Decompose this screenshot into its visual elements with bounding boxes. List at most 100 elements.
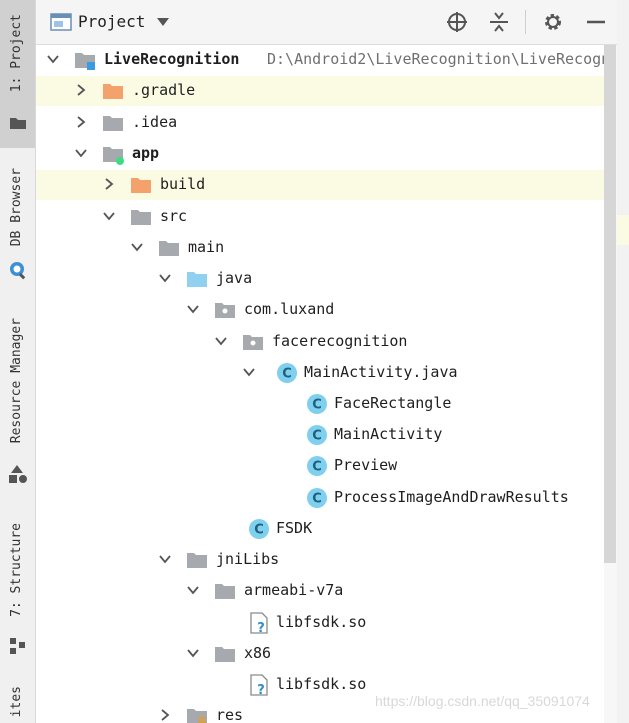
source-folder-icon bbox=[187, 272, 207, 287]
folder-label: build bbox=[160, 175, 206, 193]
chevron-right-icon[interactable] bbox=[74, 115, 88, 129]
tree-row-main[interactable]: main bbox=[36, 233, 604, 263]
chevron-right-icon[interactable] bbox=[102, 177, 116, 191]
tree-row-class[interactable]: C ProcessImageAndDrawResults bbox=[36, 483, 604, 513]
package-label: com.luxand bbox=[244, 300, 335, 318]
favorites-tool-button[interactable]: ites bbox=[0, 680, 35, 723]
folder-label: main bbox=[188, 238, 225, 256]
module-folder-icon bbox=[75, 53, 95, 70]
tree-row-class[interactable]: C FSDK bbox=[36, 514, 604, 544]
header-divider bbox=[525, 10, 526, 34]
view-selector-title[interactable]: Project bbox=[78, 12, 145, 31]
chevron-down-icon[interactable] bbox=[186, 646, 200, 660]
tree-row-java-file[interactable]: C MainActivity.java bbox=[36, 358, 604, 388]
folder-icon bbox=[103, 116, 123, 131]
class-label: FSDK bbox=[276, 519, 313, 537]
package-icon bbox=[243, 335, 263, 350]
class-label: Preview bbox=[334, 456, 398, 474]
structure-icon bbox=[10, 638, 25, 654]
folder-icon bbox=[159, 241, 179, 256]
chevron-down-icon[interactable] bbox=[130, 240, 144, 254]
project-view-icon bbox=[50, 13, 72, 31]
gear-icon[interactable] bbox=[542, 11, 564, 33]
chevron-down-icon[interactable] bbox=[74, 146, 88, 160]
folder-label: x86 bbox=[244, 644, 272, 662]
structure-label: 7: Structure bbox=[9, 523, 24, 617]
folder-icon bbox=[131, 210, 151, 225]
locate-icon[interactable] bbox=[446, 11, 468, 33]
folder-icon bbox=[215, 647, 235, 662]
project-tool-label: 1: Project bbox=[9, 14, 24, 93]
chevron-down-icon[interactable] bbox=[158, 552, 172, 566]
chevron-down-icon[interactable] bbox=[186, 302, 200, 316]
svg-text:C: C bbox=[312, 460, 322, 475]
tool-window-strip: 1: Project DB Browser Resource Manager 7… bbox=[0, 0, 36, 723]
file-label: libfsdk.so bbox=[276, 675, 367, 693]
android-module-icon bbox=[103, 147, 124, 165]
structure-tool-button[interactable]: 7: Structure bbox=[0, 515, 35, 665]
chevron-down-icon[interactable] bbox=[46, 52, 60, 66]
tree-row-armeabi[interactable]: armeabi-v7a bbox=[36, 576, 604, 606]
class-icon: C bbox=[277, 363, 297, 383]
tree-row-jnilibs[interactable]: jniLibs bbox=[36, 545, 604, 575]
class-icon: C bbox=[307, 394, 327, 414]
tree-row-class[interactable]: C MainActivity bbox=[36, 420, 604, 450]
chevron-down-icon[interactable] bbox=[156, 17, 170, 27]
file-label: MainActivity.java bbox=[304, 363, 458, 381]
database-icon bbox=[10, 262, 26, 280]
chevron-down-icon[interactable] bbox=[242, 365, 256, 379]
tree-row-package[interactable]: com.luxand bbox=[36, 295, 604, 325]
scrollbar-thumb[interactable] bbox=[604, 45, 616, 563]
unknown-file-icon: ? bbox=[250, 612, 268, 634]
resource-icon bbox=[9, 465, 27, 483]
tree-row-root[interactable]: LiveRecognition D:\Android2\LiveRecognit… bbox=[36, 45, 604, 75]
chevron-right-icon[interactable] bbox=[158, 708, 172, 722]
folder-label: armeabi-v7a bbox=[244, 581, 344, 599]
chevron-down-icon[interactable] bbox=[158, 271, 172, 285]
svg-text:?: ? bbox=[257, 683, 265, 696]
watermark: https://blog.csdn.net/qq_35091074 bbox=[375, 693, 590, 709]
folder-label: src bbox=[160, 207, 188, 225]
tree-row-file[interactable]: ? libfsdk.so bbox=[36, 608, 604, 638]
svg-text:C: C bbox=[254, 523, 264, 538]
tree-row-class[interactable]: C FaceRectangle bbox=[36, 389, 604, 419]
tree-row-gradle[interactable]: .gradle bbox=[36, 76, 604, 106]
tree-row-class[interactable]: C Preview bbox=[36, 451, 604, 481]
svg-text:C: C bbox=[312, 429, 322, 444]
tree-row-app[interactable]: app bbox=[36, 139, 604, 169]
svg-text:C: C bbox=[312, 398, 322, 413]
unknown-file-icon: ? bbox=[250, 674, 268, 696]
db-browser-label: DB Browser bbox=[9, 168, 24, 247]
resource-folder-icon bbox=[187, 709, 207, 723]
folder-icon bbox=[187, 553, 207, 568]
chevron-down-icon[interactable] bbox=[214, 334, 228, 348]
class-icon: C bbox=[307, 488, 327, 508]
tree-row-subpackage[interactable]: facerecognition bbox=[36, 327, 604, 357]
folder-label: jniLibs bbox=[216, 550, 280, 568]
db-browser-tool-button[interactable]: DB Browser bbox=[0, 160, 35, 285]
tree-row-build[interactable]: build bbox=[36, 170, 604, 200]
chevron-down-icon[interactable] bbox=[102, 209, 116, 223]
chevron-right-icon[interactable] bbox=[74, 83, 88, 97]
tree-row-x86[interactable]: x86 bbox=[36, 639, 604, 669]
excluded-folder-icon bbox=[131, 178, 151, 193]
project-tree: LiveRecognition D:\Android2\LiveRecognit… bbox=[36, 45, 604, 723]
project-tool-button[interactable]: 1: Project bbox=[0, 0, 35, 148]
svg-text:C: C bbox=[282, 367, 292, 382]
class-icon: C bbox=[307, 425, 327, 445]
package-label: facerecognition bbox=[272, 332, 408, 350]
minimize-icon[interactable] bbox=[585, 11, 607, 33]
folder-label: res bbox=[216, 706, 244, 723]
folder-icon bbox=[215, 584, 235, 599]
svg-text:?: ? bbox=[257, 621, 265, 634]
collapse-all-icon[interactable] bbox=[488, 11, 510, 33]
class-label: ProcessImageAndDrawResults bbox=[334, 488, 569, 506]
tree-row-idea[interactable]: .idea bbox=[36, 108, 604, 138]
tree-row-src[interactable]: src bbox=[36, 202, 604, 232]
chevron-down-icon[interactable] bbox=[186, 583, 200, 597]
tree-row-java[interactable]: java bbox=[36, 264, 604, 294]
editor-edge bbox=[617, 0, 629, 723]
resource-manager-tool-button[interactable]: Resource Manager bbox=[0, 310, 35, 490]
excluded-folder-icon bbox=[103, 84, 123, 99]
favorites-label: ites bbox=[9, 686, 24, 718]
